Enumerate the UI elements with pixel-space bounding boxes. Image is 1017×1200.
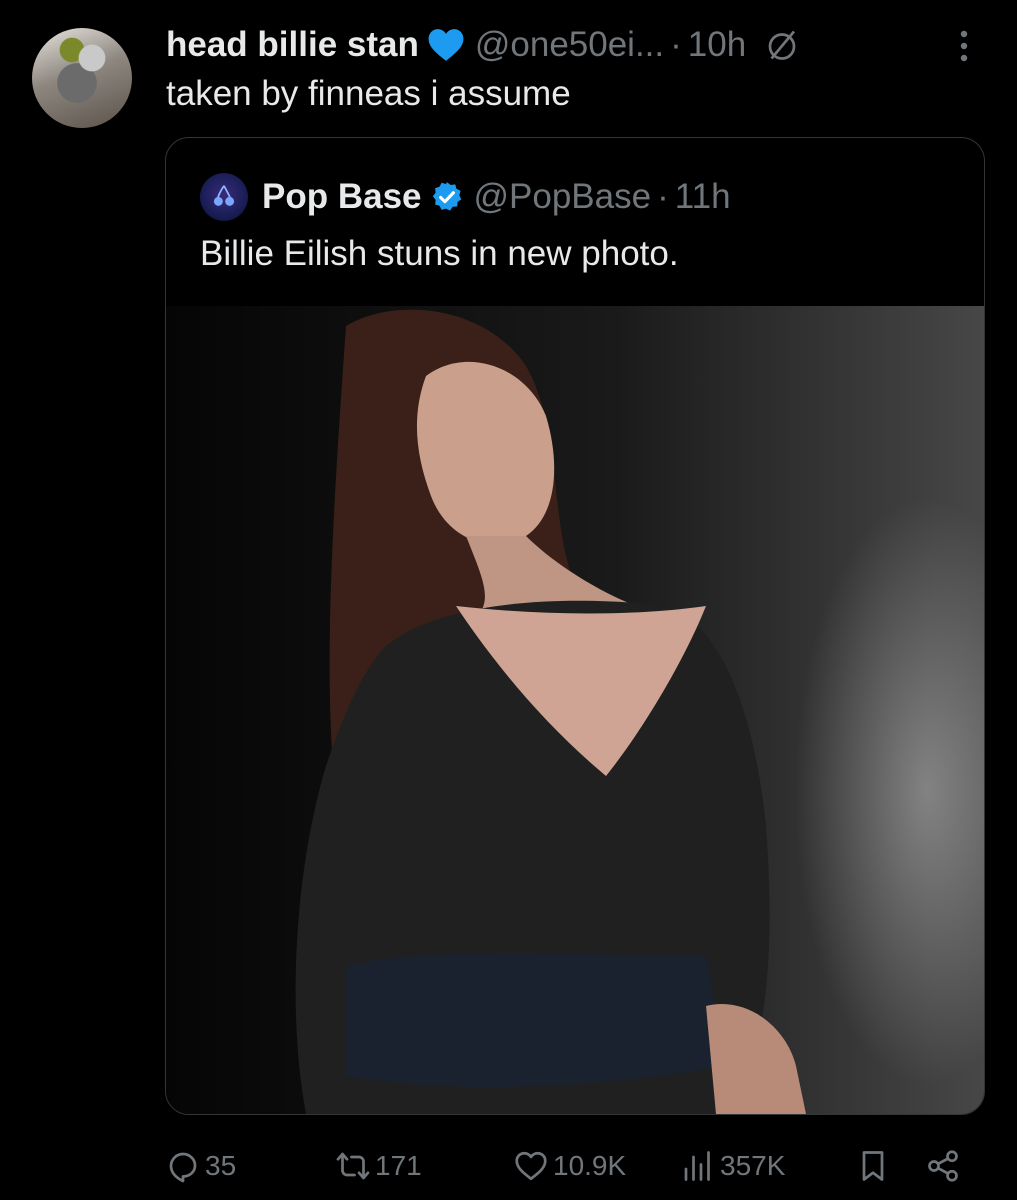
- quoted-photo[interactable]: [166, 306, 984, 1114]
- quoted-header: Pop Base @PopBase · 11h: [200, 172, 731, 222]
- views-button[interactable]: 357K: [680, 1136, 785, 1196]
- like-count: 10.9K: [553, 1150, 627, 1181]
- blue-heart-icon: [428, 29, 464, 61]
- action-bar: 35 171 10.9K 357K: [165, 1136, 975, 1196]
- quoted-separator-dot: ·: [657, 177, 669, 216]
- repost-count: 171: [375, 1150, 422, 1181]
- tweet-header: head billie stan @one50ei... · 10h: [166, 20, 800, 70]
- post-time[interactable]: 10h: [688, 25, 746, 65]
- reply-icon: [169, 1152, 197, 1183]
- more-icon[interactable]: [952, 26, 976, 66]
- cherry-icon: [213, 185, 235, 206]
- tweet-text: taken by finneas i assume: [166, 74, 571, 113]
- quoted-tweet[interactable]: Pop Base @PopBase · 11h Billie Eilish st…: [165, 137, 985, 1115]
- like-button[interactable]: 10.9K: [513, 1136, 626, 1196]
- repost-icon: [336, 1152, 370, 1180]
- quoted-text: Billie Eilish stuns in new photo.: [200, 234, 679, 273]
- bookmark-button[interactable]: [855, 1136, 895, 1196]
- slash-circle-icon: [768, 30, 796, 60]
- reply-count: 35: [205, 1150, 237, 1181]
- author-handle[interactable]: @one50ei...: [475, 25, 664, 65]
- repost-button[interactable]: 171: [335, 1136, 422, 1196]
- share-icon: [928, 1150, 958, 1182]
- bookmark-icon: [862, 1151, 884, 1181]
- like-icon: [515, 1151, 547, 1181]
- separator-dot: ·: [670, 25, 682, 64]
- photo-figure: [295, 309, 806, 1114]
- quoted-author-handle[interactable]: @PopBase: [474, 177, 652, 217]
- quoted-author-name[interactable]: Pop Base: [262, 177, 422, 217]
- views-icon: [684, 1151, 710, 1181]
- quoted-avatar[interactable]: [200, 173, 248, 221]
- quoted-post-time[interactable]: 11h: [675, 177, 731, 217]
- author-avatar[interactable]: [32, 28, 132, 128]
- reply-button[interactable]: 35: [165, 1136, 236, 1196]
- views-count: 357K: [720, 1150, 786, 1181]
- verified-badge-icon: [432, 182, 461, 211]
- author-name[interactable]: head billie stan: [166, 25, 419, 65]
- share-button[interactable]: [925, 1136, 965, 1196]
